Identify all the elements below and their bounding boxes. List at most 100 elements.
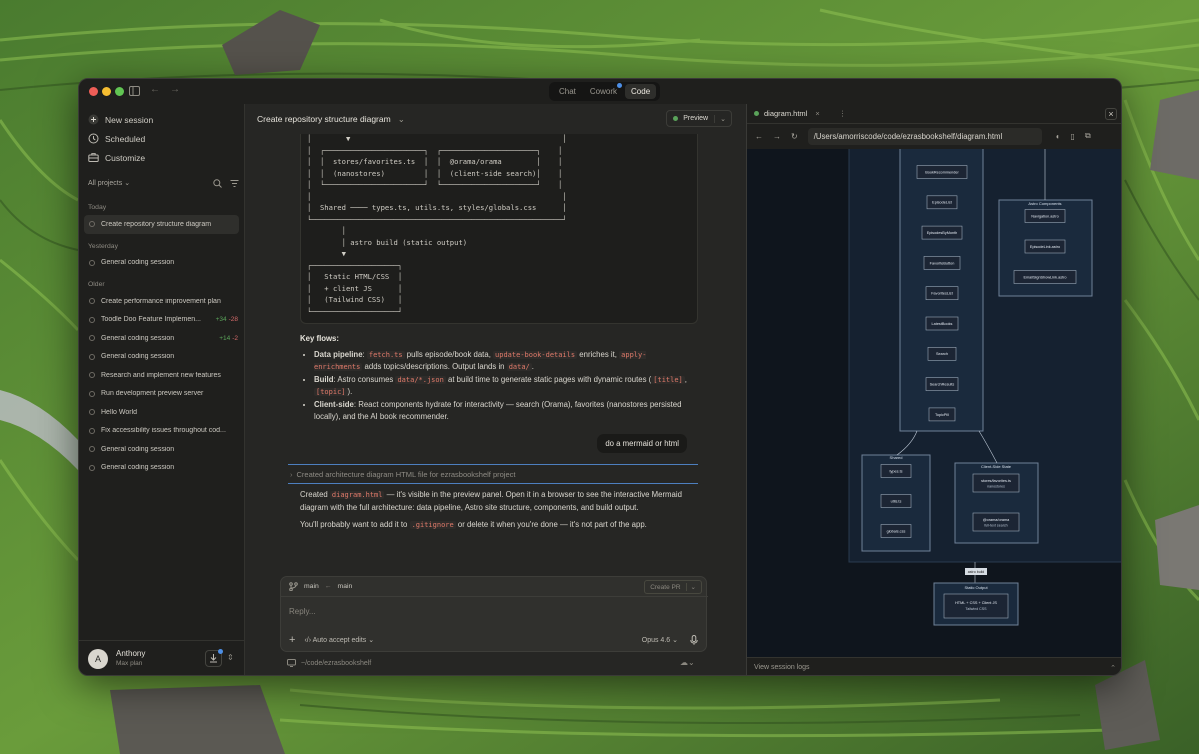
search-icon[interactable]	[213, 179, 222, 188]
reload-icon[interactable]: ↻	[791, 132, 798, 141]
node-label: stores/favorites.ts	[981, 479, 1011, 483]
session-item[interactable]: General coding session +14 -2	[79, 329, 244, 348]
close-pane-icon[interactable]: ×	[1105, 108, 1117, 120]
sidebar-toggle-icon[interactable]	[129, 86, 140, 96]
branch-to[interactable]: main	[338, 583, 353, 590]
project-filter-label: All projects	[88, 180, 123, 187]
session-logs-bar[interactable]: View session logs ⌃	[747, 657, 1121, 675]
preview-pane: diagram.html × ⋮ × ← → ↻ /Users/amorrisc…	[746, 104, 1121, 675]
dark-mode-icon[interactable]: ◐	[1056, 132, 1061, 141]
group-title: Static Output	[964, 585, 988, 590]
chat-header: Create repository structure diagram ⌄ Pr…	[246, 104, 742, 134]
flow-label: Client-side	[314, 400, 354, 409]
expand-icon[interactable]: ⇕	[227, 653, 234, 662]
project-filter[interactable]: All projects ⌄	[88, 179, 130, 187]
flow-label: Data pipeline	[314, 350, 363, 359]
plus-circle-icon	[88, 114, 99, 125]
chevron-down-icon[interactable]: ⌄	[398, 114, 405, 125]
inline-code: [topic]	[314, 388, 348, 396]
new-session-button[interactable]: New session	[79, 110, 244, 129]
node-label: types.ts	[889, 469, 902, 473]
section-older: Older	[88, 281, 105, 288]
flow-text: ,	[684, 375, 687, 384]
session-item[interactable]: General coding session	[79, 459, 244, 478]
session-item[interactable]: General coding session	[79, 440, 244, 459]
session-item[interactable]: Hello World	[79, 403, 244, 422]
chevron-down-icon: ⌄	[685, 583, 696, 591]
filter-icon[interactable]	[230, 179, 239, 188]
tool-call-summary[interactable]: › Created architecture diagram HTML file…	[288, 464, 698, 484]
new-session-label: New session	[105, 114, 154, 125]
mobile-view-icon[interactable]: ▯	[1071, 132, 1075, 141]
session-item[interactable]: Create repository structure diagram	[84, 215, 239, 234]
chevron-down-icon: ⌄	[714, 114, 731, 123]
status-ring-icon	[89, 390, 95, 397]
preview-label: Preview	[683, 115, 709, 122]
forward-arrow-icon[interactable]: →	[170, 84, 180, 95]
url-bar: ← → ↻ /Users/amorriscode/code/ezrasbooks…	[747, 124, 1121, 148]
status-ring-icon	[89, 259, 95, 266]
close-window-button[interactable]	[89, 87, 98, 96]
reply-text: Created	[300, 490, 330, 499]
microphone-icon[interactable]	[690, 635, 698, 645]
session-item[interactable]: Fix accessibility issues throughout cod.…	[79, 422, 244, 441]
session-item[interactable]: General coding session	[79, 254, 244, 273]
working-directory[interactable]: ~/code/ezrasbookshelf	[287, 659, 371, 667]
flow-item: Client-side: React components hydrate fo…	[314, 399, 690, 423]
flow-text: enriches it,	[577, 350, 620, 359]
node-label: EpisodesByMonth	[927, 231, 958, 235]
user-profile[interactable]: A Anthony Max plan ⇕	[79, 640, 245, 675]
create-pr-button[interactable]: Create PR ⌄	[644, 580, 702, 594]
node-label: TopicPill	[935, 413, 949, 417]
titlebar: ← → Chat Cowork Code	[79, 79, 1121, 104]
session-item[interactable]: Create performance improvement plan	[79, 292, 244, 311]
session-title: General coding session	[101, 464, 175, 472]
forward-arrow-icon[interactable]: →	[773, 132, 781, 141]
back-arrow-icon[interactable]: ←	[755, 132, 763, 141]
diagram-node	[972, 512, 1020, 532]
chevron-right-icon: ›	[290, 469, 293, 479]
lines-removed: -28	[228, 316, 238, 324]
scheduled-label: Scheduled	[105, 133, 146, 144]
mode-cowork[interactable]: Cowork	[584, 83, 623, 99]
composer-toolbar: + ‹/› Auto accept edits ⌄ Opus 4.6 ⌄	[281, 629, 708, 651]
reply-text: You'll probably want to add it to	[300, 520, 410, 530]
plus-icon[interactable]: +	[289, 634, 295, 646]
inline-code: fetch.ts	[366, 351, 405, 359]
url-field[interactable]: /Users/amorriscode/code/ezrasbookshelf/d…	[807, 127, 1042, 145]
inspect-icon[interactable]: ⧉	[1085, 131, 1091, 141]
download-button[interactable]	[205, 649, 223, 667]
flow-text: pulls episode/book data,	[404, 350, 494, 359]
minimize-window-button[interactable]	[102, 87, 111, 96]
preview-tab[interactable]: diagram.html	[764, 109, 807, 118]
reply-input[interactable]	[289, 604, 689, 618]
node-label: globals.css	[887, 529, 906, 533]
notification-dot	[617, 83, 623, 88]
session-item[interactable]: Research and implement new features	[79, 366, 244, 385]
session-title: Create performance improvement plan	[101, 297, 221, 305]
branch-from[interactable]: main	[304, 583, 319, 590]
back-arrow-icon[interactable]: ←	[150, 84, 160, 95]
user-name: Anthony	[116, 649, 146, 658]
scheduled-button[interactable]: Scheduled	[79, 129, 244, 148]
zoom-window-button[interactable]	[115, 87, 124, 96]
cloud-icon[interactable]: ☁⌄	[680, 658, 695, 667]
session-item[interactable]: General coding session	[79, 348, 244, 367]
mode-chat[interactable]: Chat	[553, 84, 582, 99]
chevron-down-icon: ⌄	[368, 637, 375, 644]
more-options-icon[interactable]: ⋮	[839, 109, 847, 118]
status-ring-icon	[89, 316, 95, 323]
auto-accept-toggle[interactable]: ‹/› Auto accept edits ⌄	[304, 636, 374, 644]
inline-code: diagram.html	[329, 491, 385, 499]
session-item[interactable]: Toodle Doo Feature Implemen... +34 -28	[79, 311, 244, 330]
monitor-icon	[287, 659, 296, 667]
mode-code[interactable]: Code	[625, 84, 657, 99]
git-branch-icon	[289, 582, 298, 591]
model-selector[interactable]: Opus 4.6 ⌄	[642, 636, 678, 644]
preview-tabs: diagram.html × ⋮ ×	[747, 104, 1121, 124]
close-tab-icon[interactable]: ×	[815, 109, 819, 118]
flow-label: Build	[314, 375, 334, 384]
preview-button[interactable]: Preview ⌄	[666, 110, 732, 127]
customize-button[interactable]: Customize	[79, 148, 244, 167]
session-item[interactable]: Run development preview server	[79, 385, 244, 404]
